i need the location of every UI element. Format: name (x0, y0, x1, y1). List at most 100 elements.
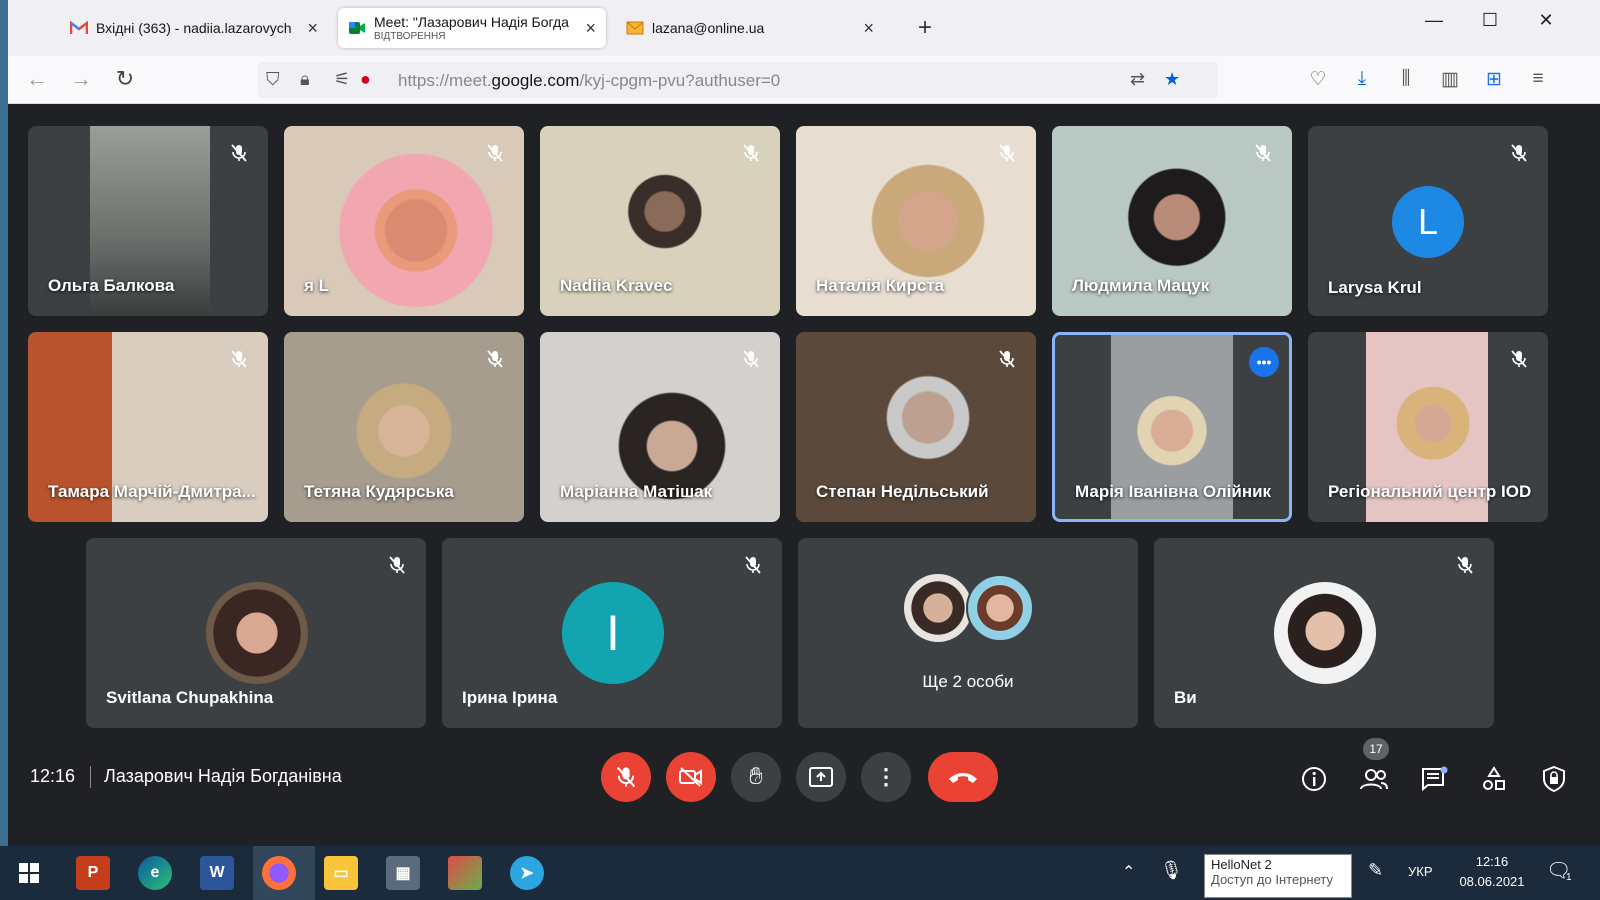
self-tile[interactable]: Ви (1154, 538, 1494, 728)
word-icon[interactable]: W (200, 856, 234, 890)
camera-toggle-button[interactable] (666, 752, 716, 802)
pocket-icon[interactable]: ♡ (1304, 68, 1332, 91)
lock-icon[interactable]: 🔒︎ (300, 69, 310, 90)
participant-name: Марія Іванівна Олійник (1075, 482, 1272, 501)
calculator-icon[interactable]: ▦ (386, 856, 420, 890)
hand-icon: ✋︎ (749, 763, 763, 790)
microphone-tray-icon[interactable]: 🎙︎ (1160, 860, 1183, 881)
tab-label: Вхідні (363) - nadiia.lazarovych (96, 20, 292, 36)
activities-icon[interactable] (1477, 762, 1511, 796)
participant-tile[interactable]: я L (284, 126, 524, 316)
mic-off-icon (1506, 346, 1532, 372)
avatar (206, 582, 308, 684)
mic-off-icon (482, 140, 508, 166)
library-icon[interactable]: ⫼ (1392, 68, 1420, 90)
tab-gmail[interactable]: Вхідні (363) - nadiia.lazarovych × (60, 8, 328, 48)
participant-name: Людмила Мацук (1072, 276, 1210, 295)
mic-off-icon (1250, 140, 1276, 166)
url-bar[interactable]: ⛉ 🔒︎ ⚟ ● https://meet.google.com/kyj-cpg… (258, 62, 1218, 98)
download-icon[interactable]: ⤓ (1348, 68, 1376, 90)
translate-extension-icon[interactable]: ⊞ (1480, 68, 1508, 91)
participant-tile[interactable]: Тетяна Кудярська (284, 332, 524, 522)
participant-name: Маріанна Матішак (560, 482, 713, 501)
maximize-icon[interactable]: ☐ (1470, 10, 1510, 31)
back-icon[interactable]: ← (22, 66, 52, 92)
mic-off-icon (226, 346, 252, 372)
participant-name: Ви (1174, 688, 1197, 707)
file-explorer-icon[interactable]: ▭ (324, 856, 358, 890)
participant-name: Ірина Ірина (462, 688, 558, 707)
participant-tile-speaking[interactable]: ••• Марія Іванівна Олійник (1052, 332, 1292, 522)
app-icon[interactable] (448, 856, 482, 890)
participant-name: Ольга Балкова (48, 276, 175, 295)
end-call-button[interactable] (928, 752, 998, 802)
language-indicator[interactable]: УКР (1408, 864, 1433, 879)
more-options-button[interactable]: ⋮ (861, 752, 911, 802)
people-icon[interactable] (1357, 762, 1391, 796)
powerpoint-icon[interactable]: P (76, 856, 110, 890)
firefox-icon[interactable] (262, 856, 296, 890)
others-tile[interactable]: Ще 2 особи (798, 538, 1138, 728)
url-path: /kyj-cpgm-pvu?authuser=0 (579, 71, 781, 90)
participant-name: Nadiia Kravec (560, 276, 673, 295)
mic-off-icon (738, 346, 764, 372)
clock-date[interactable]: 08.06.2021 (1452, 874, 1532, 889)
participant-tile[interactable]: Ольга Балкова (28, 126, 268, 316)
windows-start-icon[interactable] (12, 856, 46, 890)
nav-bar: ← → ↻ ⛉ 🔒︎ ⚟ ● https://meet.google.com/k… (8, 56, 1600, 104)
reload-icon[interactable]: ↻ (110, 66, 140, 92)
participant-tile[interactable]: Маріанна Матішак (540, 332, 780, 522)
participant-tile[interactable]: Nadiia Kravec (540, 126, 780, 316)
mic-off-icon (384, 552, 410, 578)
close-tab-icon[interactable]: × (307, 18, 318, 39)
minimize-icon[interactable]: — (1414, 10, 1454, 31)
telegram-icon[interactable]: ➤ (510, 856, 544, 890)
participant-tile[interactable]: Регіональний центр IOD (1308, 332, 1548, 522)
edge-icon[interactable]: e (138, 856, 172, 890)
participant-name: Тамара Марчій-Дмитра... (48, 482, 256, 501)
mic-off-icon (1452, 552, 1478, 578)
participant-tile[interactable]: Людмила Мацук (1052, 126, 1292, 316)
sidebar-icon[interactable]: ▥ (1436, 68, 1464, 91)
others-count-label: Ще 2 особи (922, 672, 1014, 691)
bookmark-star-icon[interactable]: ★ (1164, 69, 1180, 90)
forward-icon[interactable]: → (66, 66, 96, 92)
new-tab-button[interactable]: + (918, 14, 932, 42)
url-host: google.com (491, 71, 580, 90)
participant-tile[interactable]: Степан Недільський (796, 332, 1036, 522)
raise-hand-button[interactable]: ✋︎ (731, 752, 781, 802)
participant-tile[interactable]: I Ірина Ірина (442, 538, 782, 728)
participant-tile[interactable]: Наталія Кирста (796, 126, 1036, 316)
participant-tile[interactable]: Тамара Марчій-Дмитра... (28, 332, 268, 522)
permissions-icon[interactable]: ⚟ (334, 69, 350, 90)
participant-tile[interactable]: L Larysa Krul (1308, 126, 1548, 316)
translate-icon[interactable]: ⇄ (1130, 69, 1145, 90)
mic-toggle-button[interactable] (601, 752, 651, 802)
tab-meet[interactable]: Meet: "Лазарович Надія Богда ВІДТВОРЕННЯ… (338, 8, 606, 48)
vertical-dots-icon: ⋮ (875, 764, 897, 789)
network-tooltip: HelloNet 2 Доступ до Інтернету (1204, 854, 1352, 898)
participant-tile[interactable]: Svitlana Chupakhina (86, 538, 426, 728)
participant-name: Svitlana Chupakhina (106, 688, 274, 707)
host-controls-icon[interactable] (1537, 762, 1571, 796)
close-window-icon[interactable]: ✕ (1526, 10, 1566, 31)
gmail-icon (70, 19, 88, 37)
mic-off-icon (616, 766, 636, 788)
pen-icon[interactable]: ✎ (1368, 860, 1383, 881)
tray-expand-icon[interactable]: ⌃ (1122, 862, 1135, 882)
url-text[interactable]: https://meet.google.com/kyj-cpgm-pvu?aut… (398, 71, 780, 91)
close-tab-icon[interactable]: × (863, 18, 874, 39)
meeting-details-icon[interactable] (1297, 762, 1331, 796)
more-options-icon[interactable]: ••• (1249, 347, 1279, 377)
present-screen-icon (809, 767, 833, 787)
participant-name: Larysa Krul (1328, 278, 1422, 297)
shield-icon[interactable]: ⛉ (266, 69, 280, 90)
chat-icon[interactable] (1417, 762, 1451, 796)
close-tab-icon[interactable]: × (585, 18, 596, 39)
microphone-icon[interactable]: ● (360, 69, 371, 90)
clock-time[interactable]: 12:16 (1460, 854, 1524, 869)
envelope-icon (626, 19, 644, 37)
menu-icon[interactable]: ≡ (1524, 68, 1552, 90)
present-button[interactable] (796, 752, 846, 802)
tab-mail[interactable]: lazana@online.ua × (616, 8, 884, 48)
